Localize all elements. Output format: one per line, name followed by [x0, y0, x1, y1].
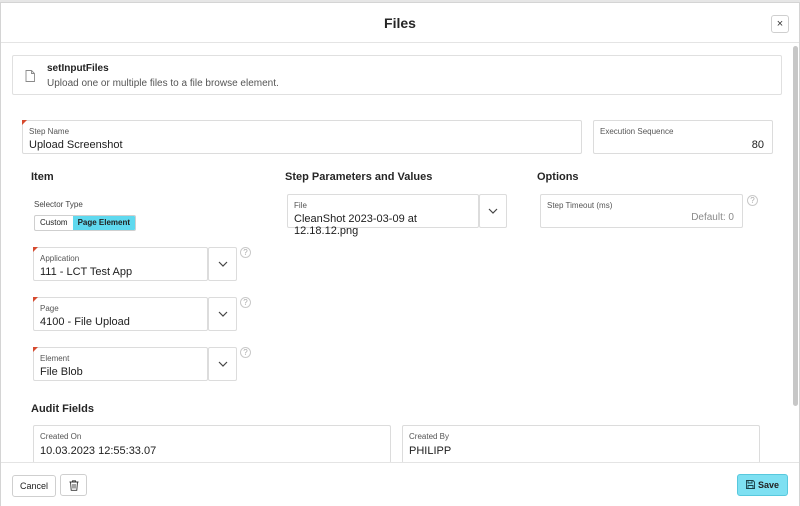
file-dropdown-button[interactable] — [479, 194, 507, 228]
step-timeout-help-icon[interactable]: ? — [747, 195, 758, 206]
created-on-label: Created On — [40, 432, 82, 441]
application-value[interactable]: 111 - LCT Test App — [40, 266, 132, 278]
created-by-label: Created By — [409, 432, 450, 441]
dialog-footer: Cancel Save — [1, 462, 799, 506]
action-name: setInputFiles — [47, 63, 109, 74]
scrollbar-thumb[interactable] — [793, 46, 798, 406]
page-dropdown-button[interactable] — [208, 297, 237, 331]
save-icon — [746, 480, 755, 489]
created-by-field: Created By PHILIPP — [402, 425, 760, 463]
delete-button[interactable] — [60, 474, 87, 496]
close-icon: × — [776, 18, 784, 30]
chevron-down-icon — [488, 208, 498, 214]
selector-type-page-element[interactable]: Page Element — [72, 216, 136, 230]
selector-type-label: Selector Type — [34, 200, 83, 209]
action-description: Upload one or multiple files to a file b… — [47, 78, 279, 89]
page-help-icon[interactable]: ? — [240, 297, 251, 308]
execution-sequence-field[interactable]: Execution Sequence 80 — [593, 120, 773, 154]
audit-fields-title: Audit Fields — [31, 403, 94, 415]
page-select[interactable]: Page 4100 - File Upload — [33, 297, 208, 331]
close-button[interactable]: × — [771, 15, 789, 33]
element-help-icon[interactable]: ? — [240, 347, 251, 358]
element-select[interactable]: Element File Blob — [33, 347, 208, 381]
page-value[interactable]: 4100 - File Upload — [40, 316, 130, 328]
save-button[interactable]: Save — [737, 474, 788, 496]
selector-type-custom[interactable]: Custom — [35, 216, 73, 230]
application-select[interactable]: Application 111 - LCT Test App — [33, 247, 208, 281]
files-dialog: Files × setInputFiles Upload one or mult… — [0, 2, 800, 506]
scrollbar[interactable] — [791, 44, 799, 462]
created-on-value: 10.03.2023 12:55:33.07 — [40, 445, 157, 457]
element-label: Element — [40, 354, 70, 363]
cancel-button[interactable]: Cancel — [12, 475, 56, 497]
application-dropdown-button[interactable] — [208, 247, 237, 281]
action-info-box: setInputFiles Upload one or multiple fil… — [12, 55, 782, 95]
application-label: Application — [40, 254, 80, 263]
step-parameters-title: Step Parameters and Values — [285, 171, 433, 183]
created-by-value: PHILIPP — [409, 445, 452, 457]
file-value[interactable]: CleanShot 2023-03-09 at 12.18.12.png — [294, 213, 478, 237]
file-label: File — [294, 201, 307, 210]
step-name-field[interactable]: Step Name Upload Screenshot — [22, 120, 582, 154]
chevron-down-icon — [218, 361, 227, 367]
chevron-down-icon — [218, 261, 227, 267]
application-help-icon[interactable]: ? — [240, 247, 251, 258]
save-label: Save — [757, 480, 780, 490]
document-icon — [25, 70, 35, 82]
created-on-field: Created On 10.03.2023 12:55:33.07 — [33, 425, 391, 463]
step-timeout-placeholder[interactable]: Default: 0 — [691, 212, 734, 223]
execution-sequence-label: Execution Sequence — [600, 127, 674, 136]
file-select[interactable]: File CleanShot 2023-03-09 at 12.18.12.pn… — [287, 194, 479, 237]
step-timeout-field[interactable]: Step Timeout (ms) Default: 0 — [540, 194, 743, 228]
step-name-label: Step Name — [29, 127, 70, 136]
step-timeout-label: Step Timeout (ms) — [547, 201, 613, 210]
execution-sequence-value[interactable]: 80 — [752, 139, 764, 151]
item-section-title: Item — [31, 171, 54, 183]
chevron-down-icon — [218, 311, 227, 317]
element-value[interactable]: File Blob — [40, 366, 83, 378]
page-label: Page — [40, 304, 59, 313]
selector-type-toggle[interactable]: Custom Page Element — [34, 215, 137, 231]
options-title: Options — [537, 171, 579, 183]
dialog-title: Files — [384, 15, 416, 31]
dialog-header: Files × — [1, 3, 799, 43]
step-name-value[interactable]: Upload Screenshot — [29, 139, 123, 151]
trash-icon — [69, 480, 79, 491]
element-dropdown-button[interactable] — [208, 347, 237, 381]
